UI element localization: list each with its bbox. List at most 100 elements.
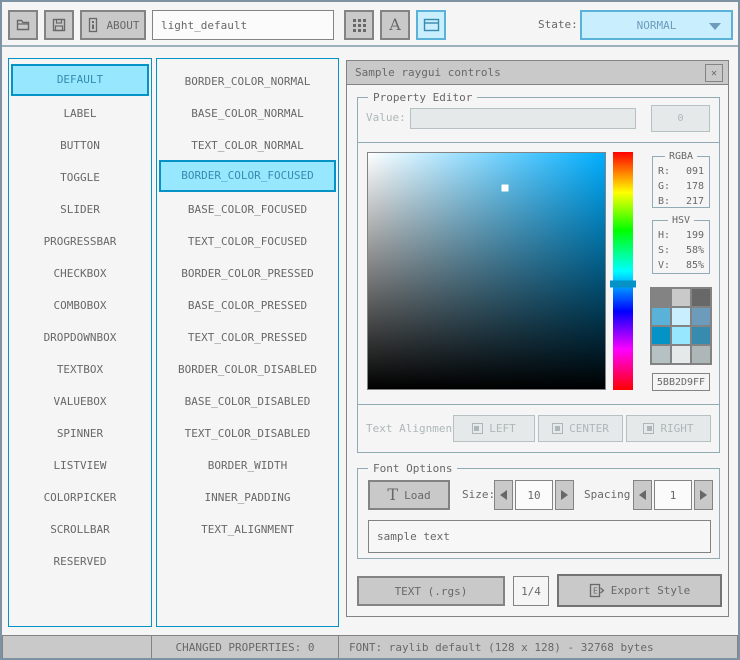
property-item-text_alignment[interactable]: TEXT_ALIGNMENT — [159, 512, 336, 544]
export-icon: E — [589, 583, 605, 598]
align-center-button[interactable]: CENTER — [538, 415, 623, 442]
style-name-input[interactable] — [152, 10, 334, 40]
control-item-toggle[interactable]: TOGGLE — [11, 160, 149, 192]
hue-bar[interactable] — [613, 152, 633, 390]
text-format-label: TEXT (.rgs) — [395, 585, 468, 598]
hsv-row-h: H: 199 — [658, 228, 704, 243]
close-window-button[interactable]: ✕ — [705, 64, 723, 82]
property-item-base_color_focused[interactable]: BASE_COLOR_FOCUSED — [159, 192, 336, 224]
g-value: 178 — [686, 179, 704, 194]
property-item-text_color_normal[interactable]: TEXT_COLOR_NORMAL — [159, 128, 336, 160]
color-picker-sv-area[interactable] — [367, 152, 606, 390]
controls-view-button[interactable] — [416, 10, 446, 40]
window-icon — [423, 18, 440, 32]
spacing-decrease-button[interactable] — [633, 480, 652, 510]
control-item-checkbox[interactable]: CHECKBOX — [11, 256, 149, 288]
color-picker-cursor[interactable] — [502, 185, 509, 192]
close-icon: ✕ — [711, 68, 717, 79]
property-item-border_color_normal[interactable]: BORDER_COLOR_NORMAL — [159, 64, 336, 96]
save-file-button[interactable] — [44, 10, 74, 40]
control-item-label[interactable]: LABEL — [11, 96, 149, 128]
export-style-button[interactable]: E Export Style — [557, 574, 722, 607]
b-value: 217 — [686, 194, 704, 209]
property-item-inner_padding[interactable]: INNER_PADDING — [159, 480, 336, 512]
style-swatch-4[interactable] — [672, 308, 690, 325]
rgba-group: RGBA R: 091 G: 178 B: 217 — [652, 156, 710, 208]
style-swatch-2[interactable] — [692, 289, 710, 306]
control-item-progressbar[interactable]: PROGRESSBAR — [11, 224, 149, 256]
control-item-default[interactable]: DEFAULT — [11, 64, 149, 96]
spacing-increase-button[interactable] — [694, 480, 713, 510]
property-item-border_color_focused[interactable]: BORDER_COLOR_FOCUSED — [159, 160, 336, 192]
window-title: Sample raygui controls — [355, 66, 501, 79]
property-item-base_color_normal[interactable]: BASE_COLOR_NORMAL — [159, 96, 336, 128]
style-swatch-3[interactable] — [652, 308, 670, 325]
info-icon — [86, 17, 100, 33]
control-item-scrollbar[interactable]: SCROLLBAR — [11, 512, 149, 544]
window-titlebar[interactable]: Sample raygui controls ✕ — [347, 61, 728, 85]
value-apply-button-label: 0 — [677, 113, 683, 124]
state-dropdown[interactable]: NORMAL — [580, 10, 733, 40]
control-item-colorpicker[interactable]: COLORPICKER — [11, 480, 149, 512]
style-swatch-0[interactable] — [652, 289, 670, 306]
s-value: 58% — [686, 243, 704, 258]
property-item-base_color_disabled[interactable]: BASE_COLOR_DISABLED — [159, 384, 336, 416]
style-color-swatches — [650, 287, 712, 365]
font-load-button[interactable]: T Load — [368, 480, 450, 510]
style-swatch-1[interactable] — [672, 289, 690, 306]
controls-listview: DEFAULTLABELBUTTONTOGGLESLIDERPROGRESSBA… — [8, 58, 152, 627]
control-item-spinner[interactable]: SPINNER — [11, 416, 149, 448]
hsv-group: HSV H: 199 S: 58% V: 85% — [652, 220, 710, 274]
control-item-valuebox[interactable]: VALUEBOX — [11, 384, 149, 416]
control-item-listview[interactable]: LISTVIEW — [11, 448, 149, 480]
control-item-dropdownbox[interactable]: DROPDOWNBOX — [11, 320, 149, 352]
hue-slider[interactable] — [610, 280, 636, 287]
divider — [358, 142, 719, 143]
align-left-label: LEFT — [489, 422, 516, 435]
style-swatch-10[interactable] — [672, 346, 690, 363]
align-right-button[interactable]: RIGHT — [626, 415, 711, 442]
state-label: State: — [538, 10, 578, 40]
font-spacing-value[interactable]: 1 — [654, 480, 692, 510]
property-item-border_color_disabled[interactable]: BORDER_COLOR_DISABLED — [159, 352, 336, 384]
size-decrease-button[interactable] — [494, 480, 513, 510]
status-cell-empty — [2, 635, 152, 660]
control-item-reserved[interactable]: RESERVED — [11, 544, 149, 576]
state-dropdown-value: NORMAL — [637, 19, 677, 32]
style-swatch-7[interactable] — [672, 327, 690, 344]
changed-properties-text: CHANGED PROPERTIES: 0 — [175, 641, 314, 654]
font-size-value[interactable]: 10 — [515, 480, 553, 510]
style-swatch-9[interactable] — [652, 346, 670, 363]
status-changed-properties: CHANGED PROPERTIES: 0 — [151, 635, 339, 660]
property-item-text_color_disabled[interactable]: TEXT_COLOR_DISABLED — [159, 416, 336, 448]
font-view-button[interactable]: A — [380, 10, 410, 40]
arrow-left-icon — [639, 490, 646, 500]
style-swatch-8[interactable] — [692, 327, 710, 344]
b-label: B: — [658, 194, 670, 209]
about-button[interactable]: ABOUT — [80, 10, 146, 40]
style-table-view-button[interactable] — [344, 10, 374, 40]
value-apply-button[interactable]: 0 — [651, 105, 710, 132]
property-item-text_color_pressed[interactable]: TEXT_COLOR_PRESSED — [159, 320, 336, 352]
value-input[interactable] — [410, 108, 636, 129]
property-item-border_width[interactable]: BORDER_WIDTH — [159, 448, 336, 480]
property-item-text_color_focused[interactable]: TEXT_COLOR_FOCUSED — [159, 224, 336, 256]
control-item-slider[interactable]: SLIDER — [11, 192, 149, 224]
style-swatch-5[interactable] — [692, 308, 710, 325]
arrow-right-icon — [561, 490, 568, 500]
property-item-base_color_pressed[interactable]: BASE_COLOR_PRESSED — [159, 288, 336, 320]
v-value: 85% — [686, 258, 704, 273]
control-item-combobox[interactable]: COMBOBOX — [11, 288, 149, 320]
size-increase-button[interactable] — [555, 480, 574, 510]
control-item-button[interactable]: BUTTON — [11, 128, 149, 160]
format-page-indicator[interactable]: 1/4 — [513, 576, 549, 606]
property-item-border_color_pressed[interactable]: BORDER_COLOR_PRESSED — [159, 256, 336, 288]
align-left-button[interactable]: LEFT — [453, 415, 535, 442]
about-button-label: ABOUT — [106, 19, 139, 32]
style-swatch-11[interactable] — [692, 346, 710, 363]
style-swatch-6[interactable] — [652, 327, 670, 344]
control-item-textbox[interactable]: TEXTBOX — [11, 352, 149, 384]
sample-text-box[interactable]: sample text — [368, 520, 711, 553]
text-format-button[interactable]: TEXT (.rgs) — [357, 576, 505, 606]
open-file-button[interactable] — [8, 10, 38, 40]
